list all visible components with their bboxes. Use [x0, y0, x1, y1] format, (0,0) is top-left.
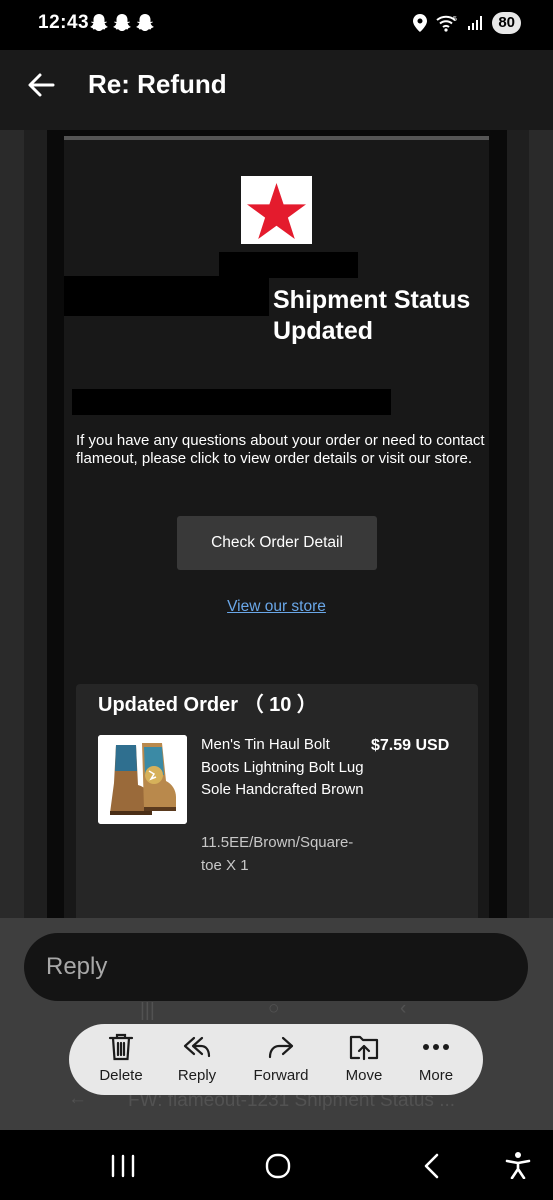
order-title: Updated Order （ 10 ） — [98, 694, 317, 716]
delete-button[interactable]: Delete — [81, 1032, 161, 1084]
app-header: Re: Refund — [0, 50, 553, 130]
reply-label: Reply — [177, 1067, 217, 1084]
ghost-nav-back: ‹ — [400, 998, 407, 1019]
battery-indicator: 80 — [492, 12, 521, 34]
product-variant: 11.5EE/Brown/Square-toe X 1 — [201, 834, 354, 874]
notification-icons — [90, 13, 154, 33]
move-folder-icon — [349, 1035, 379, 1061]
reply-placeholder: Reply — [46, 953, 108, 980]
red-star-icon — [247, 183, 306, 239]
accessibility-icon[interactable] — [505, 1151, 531, 1179]
headline-text: Shipment Status Updated — [273, 286, 471, 345]
move-button[interactable]: Move — [324, 1032, 404, 1084]
reply-button[interactable]: Reply — [157, 1032, 237, 1084]
check-order-detail-button[interactable]: Check Order Detail — [177, 516, 377, 570]
product-thumbnail[interactable] — [98, 735, 187, 824]
home-icon[interactable] — [264, 1152, 292, 1180]
system-nav-bar — [0, 1130, 553, 1200]
reply-icon — [183, 1036, 211, 1058]
nav-back-icon[interactable] — [422, 1152, 442, 1180]
back-arrow-icon[interactable] — [26, 70, 56, 100]
email-subject-title: Re: Refund — [88, 69, 227, 99]
store-logo — [241, 176, 312, 244]
forward-label: Forward — [253, 1067, 309, 1084]
recent-apps-icon[interactable] — [110, 1154, 136, 1178]
view-store-link-text[interactable]: View our store — [227, 598, 326, 615]
more-dots-icon — [423, 1044, 449, 1050]
more-button[interactable]: More — [396, 1032, 476, 1084]
redaction-bar — [219, 252, 358, 278]
delete-label: Delete — [99, 1067, 143, 1084]
ghost-back-arrow: ← — [68, 1088, 87, 1109]
status-time: 12:43 — [38, 12, 90, 33]
trash-icon — [108, 1033, 134, 1061]
intro-paragraph: If you have any questions about your ord… — [76, 432, 485, 467]
status-indicators: 5 80 — [413, 12, 521, 34]
ghost-nav-recent: ||| — [140, 1000, 155, 1021]
ghost-nav-home: ○ — [268, 998, 280, 1019]
forward-icon — [268, 1036, 294, 1059]
wifi-icon: 5 — [436, 15, 457, 32]
snapchat-icon — [136, 14, 154, 31]
move-label: Move — [345, 1067, 383, 1084]
redaction-bar — [72, 389, 391, 415]
snapchat-icon — [113, 14, 131, 31]
more-label: More — [418, 1067, 454, 1084]
svg-text:5: 5 — [453, 16, 457, 23]
boots-image — [98, 735, 187, 824]
order-card: Updated Order （ 10 ） Men's Tin Haul Bolt… — [76, 684, 478, 920]
status-bar: 12:43 5 80 — [0, 0, 553, 50]
email-body-viewport[interactable]: Shipment Status Updated If you have any … — [0, 130, 553, 920]
product-name: Men's Tin Haul Bolt Boots Lightning Bolt… — [201, 736, 364, 798]
view-store-link: View our store — [0, 598, 553, 616]
email-headline: Shipment Status Updated — [220, 285, 480, 347]
snapchat-icon — [90, 14, 108, 31]
signal-icon — [468, 16, 483, 30]
product-price: $7.59 USD — [371, 737, 450, 754]
action-toolbar: Delete Reply Forward Move More — [69, 1024, 483, 1095]
forward-button[interactable]: Forward — [241, 1032, 321, 1084]
reply-input[interactable]: Reply — [24, 933, 528, 1001]
location-icon — [413, 14, 428, 32]
